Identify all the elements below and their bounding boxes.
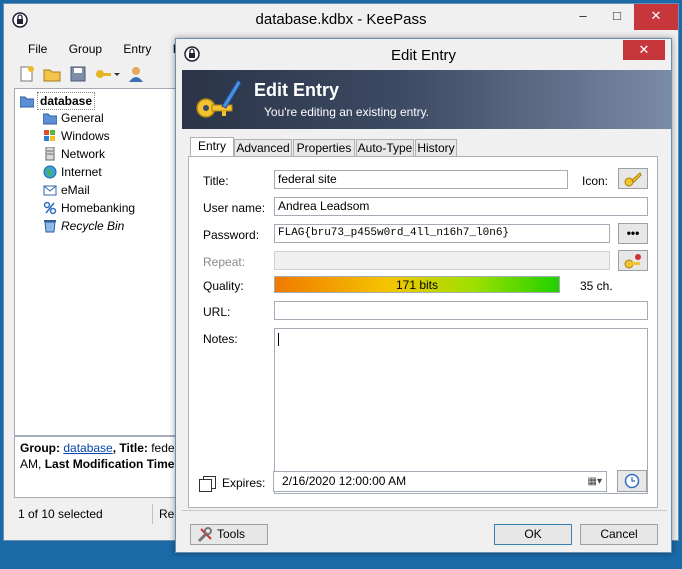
expires-checkbox-visual [199,479,212,492]
maximize-button[interactable]: □ [600,4,634,30]
tab-entry[interactable]: Entry [190,137,234,158]
quality-meter: 171 bits [274,276,560,293]
minimize-button[interactable]: – [566,4,600,30]
user-icon[interactable] [127,65,145,83]
folder-icon [43,113,57,125]
percent-icon [43,201,57,215]
tree-item-database[interactable]: database [20,92,96,110]
open-folder-icon [20,96,34,108]
menu-group[interactable]: Group [69,42,102,56]
tab-auto-type[interactable]: Auto-Type [356,139,414,157]
notes-label: Notes: [203,332,238,346]
tree-item-windows[interactable]: Windows [44,128,110,144]
banner-title: Edit Entry [254,80,340,100]
show-password-toggle[interactable]: ••• [618,223,648,244]
banner-subtitle: You're editing an existing entry. [264,105,430,119]
text-cursor [278,333,279,347]
open-folder-icon[interactable] [43,65,61,83]
repeat-label: Repeat: [203,255,246,269]
tree-item-internet[interactable]: Internet [43,164,102,180]
password-generator-button[interactable] [618,250,648,271]
password-generator-icon [624,254,641,269]
clock-icon [624,473,640,489]
quality-label: Quality: [203,279,244,293]
status-group-label: Group: [20,441,60,455]
status-group-link[interactable]: database [63,441,112,455]
username-label: User name: [203,201,266,215]
toolbar [18,65,149,87]
new-database-icon[interactable] [18,65,36,83]
dialog-banner: Edit Entry You're editing an existing en… [182,70,671,129]
quality-chars: 35 ch. [580,279,613,293]
calendar-dropdown-icon[interactable]: ▦▾ [588,472,602,491]
email-icon [43,185,57,196]
tree-item-general[interactable]: General [43,110,104,126]
tools-icon [197,527,212,543]
globe-icon [43,165,57,179]
username-field[interactable]: Andrea Leadsom [274,197,648,216]
group-tree: database General Windows Network Interne… [14,88,182,436]
menu-entry[interactable]: Entry [123,42,151,56]
password-label: Password: [203,228,260,242]
key-pen-icon [196,79,242,118]
dialog-close-button[interactable]: ✕ [623,40,665,60]
tree-item-email[interactable]: eMail [43,182,90,198]
save-icon[interactable] [69,65,87,83]
notes-textarea[interactable] [274,328,648,494]
repeat-password-field[interactable] [274,251,610,270]
close-button[interactable]: ✕ [634,4,678,30]
url-field[interactable] [274,301,648,320]
dialog-separator [182,510,667,511]
expires-label: Expires: [222,476,266,490]
recycle-bin-icon [44,220,56,233]
selection-count: 1 of 10 selected [18,507,103,521]
menu-file[interactable]: File [28,42,47,56]
icon-label: Icon: [582,174,609,188]
tab-properties[interactable]: Properties [293,139,355,157]
status-line2-prefix: AM, [20,457,42,471]
status-title-label: Title: [119,441,148,455]
password-field[interactable]: FLAG{bru73_p455w0rd_4ll_n16h7_l0n6} [274,224,610,243]
tab-history[interactable]: History [415,139,457,157]
tree-item-network[interactable]: Network [45,146,105,162]
expiry-presets-button[interactable] [617,470,647,492]
icon-picker-button[interactable] [618,168,648,189]
expiry-date-picker[interactable]: 2/16/2020 12:00:00 AM ▦▾ [273,471,607,492]
main-title-bar[interactable]: database.kdbx - KeePass – □ ✕ [4,4,678,36]
add-entry-icon[interactable] [94,65,121,83]
dialog-title-bar[interactable]: Edit Entry ✕ [176,39,671,69]
status-modified-label: Last Modification Time: [44,457,179,471]
entry-details-pane: Group: database, Title: federa AM, Last … [14,436,182,498]
dialog-title: Edit Entry [390,47,457,64]
quality-bits: 171 bits [395,278,439,292]
cancel-button[interactable]: Cancel [580,524,658,545]
status-bar: 1 of 10 selected Rea [18,504,188,524]
key-icon [624,172,642,187]
tree-item-homebanking[interactable]: Homebanking [43,200,135,216]
tab-advanced[interactable]: Advanced [234,139,292,157]
tools-button[interactable]: Tools [190,524,268,545]
edit-entry-dialog: Edit Entry ✕ Edit Entry You're editing a… [175,38,672,553]
entry-tab-panel: Title: federal site Icon: User name: And… [188,156,658,508]
windows-icon [44,130,55,141]
title-label: Title: [203,174,229,188]
network-server-icon [45,147,55,161]
url-label: URL: [203,305,231,319]
title-field[interactable]: federal site [274,170,568,189]
tree-item-recycle-bin[interactable]: Recycle Bin [44,218,124,234]
ok-button[interactable]: OK [494,524,572,545]
